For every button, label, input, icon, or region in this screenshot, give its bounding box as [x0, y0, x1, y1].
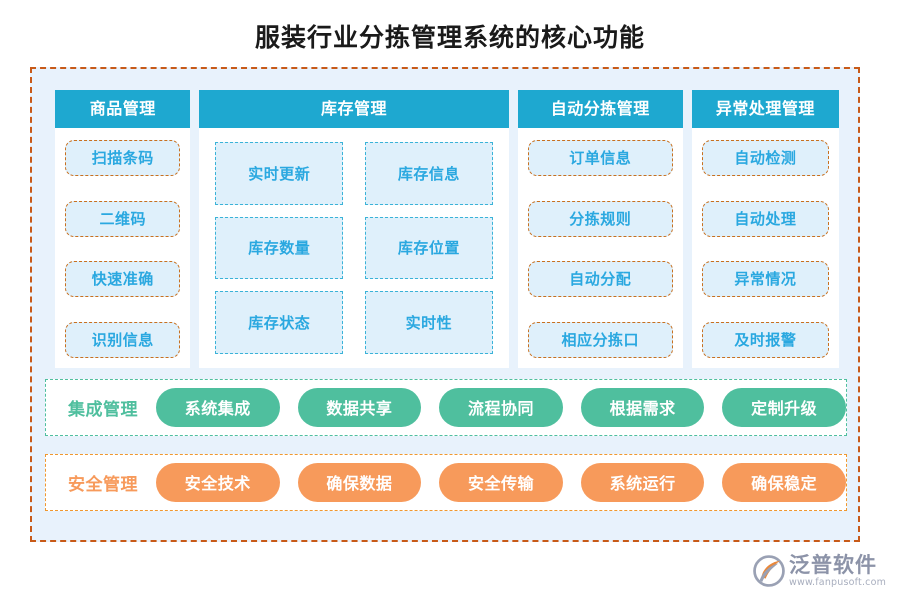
logo-company-name: 泛普软件 — [789, 552, 877, 577]
band-security-management: 安全管理 安全技术 确保数据 安全传输 系统运行 确保稳定 — [45, 454, 847, 511]
chip-item[interactable]: 库存位置 — [365, 216, 493, 280]
logo-website-url: www.fanpusoft.com — [789, 577, 887, 589]
chip-item[interactable]: 识别信息 — [65, 321, 181, 358]
column-header-auto-sorting-management: 自动分拣管理 — [517, 90, 683, 128]
pill-item[interactable]: 安全传输 — [439, 463, 563, 502]
chip-item[interactable]: 自动分配 — [527, 261, 673, 298]
column-inventory-management: 库存管理 实时更新 库存信息 库存数量 库存位置 库存状态 实时性 — [199, 90, 509, 368]
column-body-exception-handling-management: 自动检测 自动处理 异常情况 及时报警 — [692, 128, 839, 368]
logo-text-wrap: 泛普软件 www.fanpusoft.com — [789, 554, 886, 588]
column-body-auto-sorting-management: 订单信息 分拣规则 自动分配 相应分拣口 — [518, 128, 683, 368]
chip-list-product-management: 扫描条码 二维码 快速准确 识别信息 — [65, 140, 181, 358]
column-header-exception-handling-management: 异常处理管理 — [691, 90, 839, 128]
pill-item[interactable]: 根据需求 — [580, 388, 705, 427]
page-title: 服装行业分拣管理系统的核心功能 — [254, 23, 645, 52]
column-product-management: 商品管理 扫描条码 二维码 快速准确 识别信息 — [55, 90, 191, 368]
column-header-inventory-management: 库存管理 — [199, 90, 509, 128]
chip-item[interactable]: 自动处理 — [701, 200, 829, 237]
pill-item[interactable]: 安全技术 — [156, 463, 280, 502]
chip-item[interactable]: 自动检测 — [701, 140, 829, 176]
chip-item[interactable]: 库存数量 — [215, 216, 344, 280]
diagram-outer-frame: 商品管理 扫描条码 二维码 快速准确 识别信息 库存管理 实时更新 库存信息 库… — [30, 67, 860, 542]
chip-list-exception-handling-management: 自动检测 自动处理 异常情况 及时报警 — [701, 140, 829, 358]
pill-row-integration: 系统集成 数据共享 流程协同 根据需求 定制升级 — [156, 388, 846, 427]
pill-item[interactable]: 定制升级 — [722, 388, 846, 427]
column-auto-sorting-management: 自动分拣管理 订单信息 分拣规则 自动分配 相应分拣口 — [517, 90, 683, 368]
column-body-inventory-management: 实时更新 库存信息 库存数量 库存位置 库存状态 实时性 — [199, 128, 508, 368]
band-label-security: 安全管理 — [68, 475, 138, 495]
pill-item[interactable]: 系统运行 — [580, 463, 705, 502]
chip-item[interactable]: 实时性 — [365, 291, 493, 354]
pill-item[interactable]: 确保稳定 — [722, 463, 846, 502]
chip-item[interactable]: 库存信息 — [365, 142, 493, 205]
chip-item[interactable]: 异常情况 — [701, 261, 829, 298]
pill-item[interactable]: 流程协同 — [439, 388, 563, 427]
column-body-product-management: 扫描条码 二维码 快速准确 识别信息 — [55, 128, 190, 368]
chip-item[interactable]: 订单信息 — [527, 140, 673, 176]
chip-item[interactable]: 扫描条码 — [65, 140, 181, 176]
chip-item[interactable]: 及时报警 — [701, 321, 829, 358]
chip-item[interactable]: 实时更新 — [215, 142, 344, 205]
chip-list-auto-sorting-management: 订单信息 分拣规则 自动分配 相应分拣口 — [527, 140, 673, 358]
brand-logo: 泛普软件 www.fanpusoft.com — [752, 548, 892, 594]
band-label-integration: 集成管理 — [68, 400, 138, 420]
pill-item[interactable]: 数据共享 — [297, 388, 422, 427]
fanpu-swoosh-logo-icon — [753, 555, 785, 587]
chip-item[interactable]: 快速准确 — [65, 261, 181, 298]
columns-container: 商品管理 扫描条码 二维码 快速准确 识别信息 库存管理 实时更新 库存信息 库… — [55, 90, 839, 368]
chip-grid-inventory-management: 实时更新 库存信息 库存数量 库存位置 库存状态 实时性 — [209, 140, 498, 358]
pill-item[interactable]: 确保数据 — [297, 463, 422, 502]
chip-item[interactable]: 分拣规则 — [527, 200, 673, 237]
chip-item[interactable]: 相应分拣口 — [527, 321, 673, 358]
band-integration-management: 集成管理 系统集成 数据共享 流程协同 根据需求 定制升级 — [45, 379, 847, 436]
column-header-product-management: 商品管理 — [55, 90, 191, 128]
chip-item[interactable]: 库存状态 — [215, 291, 344, 354]
chip-item[interactable]: 二维码 — [65, 200, 181, 237]
column-exception-handling-management: 异常处理管理 自动检测 自动处理 异常情况 及时报警 — [691, 90, 839, 368]
pill-item[interactable]: 系统集成 — [156, 388, 280, 427]
pill-row-security: 安全技术 确保数据 安全传输 系统运行 确保稳定 — [156, 463, 846, 502]
